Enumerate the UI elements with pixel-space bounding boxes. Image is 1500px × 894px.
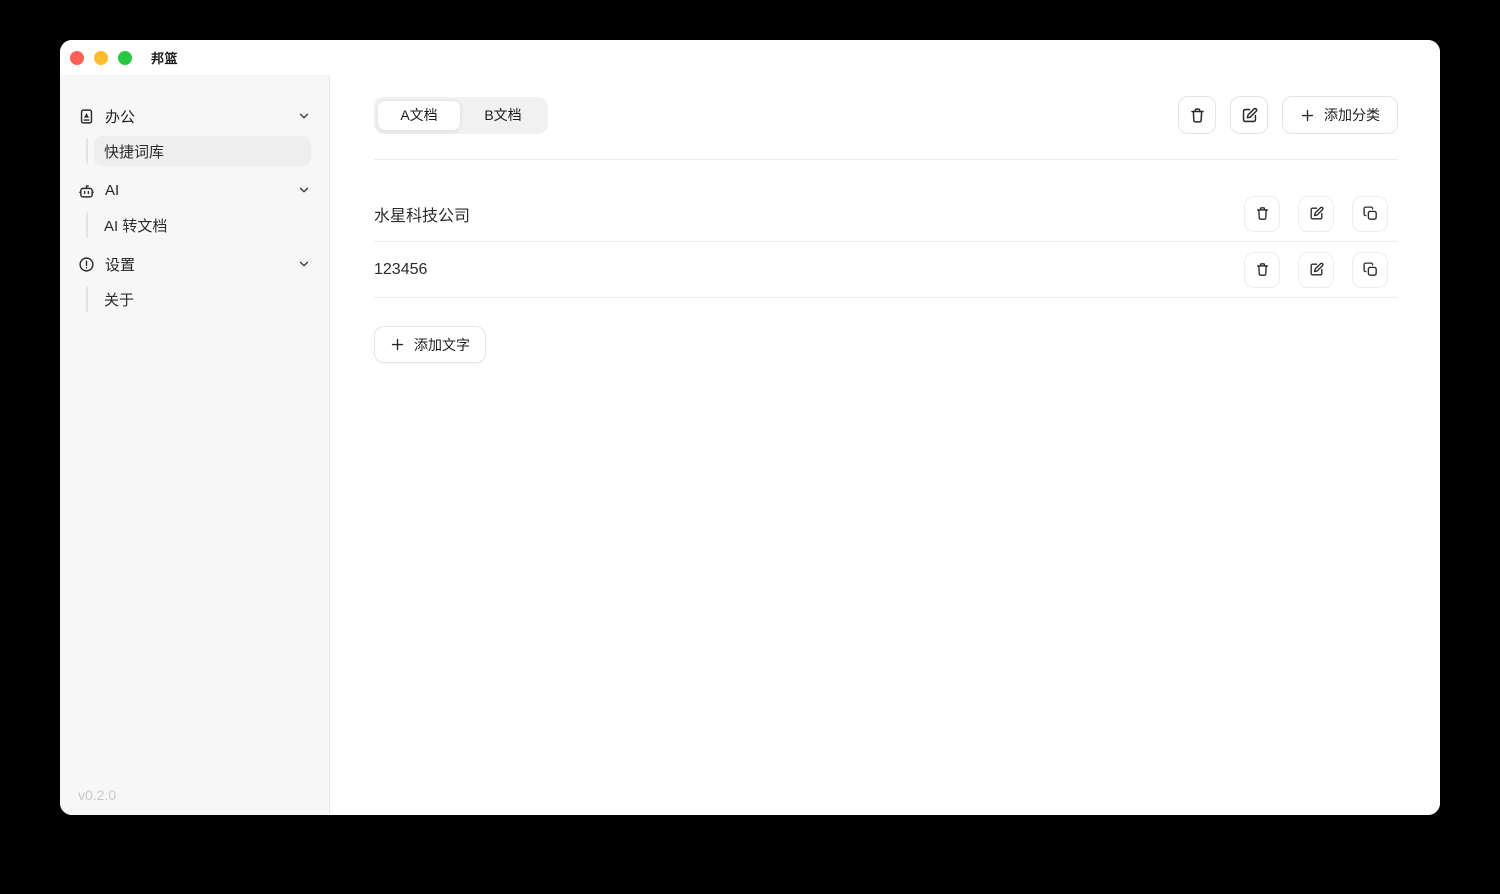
app-version: v0.2.0 <box>78 787 116 803</box>
copy-entry-button[interactable] <box>1352 196 1388 232</box>
entry-list: 水星科技公司 <box>374 186 1398 298</box>
close-window-button[interactable] <box>70 51 84 65</box>
plus-icon <box>390 337 405 352</box>
add-category-label: 添加分类 <box>1324 105 1380 125</box>
app-window: 邦篮 办公 快捷词库 <box>60 40 1440 815</box>
alert-circle-icon <box>78 256 95 273</box>
add-category-button[interactable]: 添加分类 <box>1282 96 1398 134</box>
sidebar-item-label: 办公 <box>105 106 135 127</box>
sidebar-group-office-children: 快捷词库 <box>78 136 311 166</box>
header-divider <box>374 159 1398 160</box>
edit-icon <box>1308 205 1325 222</box>
sidebar-item-ai-to-doc[interactable]: AI 转文档 <box>94 210 311 240</box>
plus-icon <box>1300 108 1315 123</box>
copy-entry-button[interactable] <box>1352 252 1388 288</box>
sidebar-item-label: 快捷词库 <box>104 141 164 162</box>
chevron-down-icon <box>297 109 311 123</box>
sidebar-item-label: AI 转文档 <box>104 215 167 236</box>
trash-icon <box>1254 261 1271 278</box>
delete-entry-button[interactable] <box>1244 196 1280 232</box>
tree-guide-line <box>86 212 88 238</box>
chevron-down-icon <box>297 257 311 271</box>
sidebar-item-settings[interactable]: 设置 <box>78 249 311 279</box>
main-content: A文档 B文档 <box>331 75 1440 815</box>
titlebar: 邦篮 <box>60 40 1440 75</box>
list-item: 123456 <box>374 242 1398 298</box>
tab-b-doc[interactable]: B文档 <box>461 100 545 131</box>
edit-entry-button[interactable] <box>1298 196 1334 232</box>
sidebar: 办公 快捷词库 <box>60 75 330 815</box>
document-tabs: A文档 B文档 <box>374 97 548 134</box>
sidebar-group-settings-children: 关于 <box>78 284 311 314</box>
trash-icon <box>1254 205 1271 222</box>
add-text-button[interactable]: 添加文字 <box>374 326 486 363</box>
entry-text: 水星科技公司 <box>374 202 470 226</box>
tree-guide-line <box>86 286 88 312</box>
tree-guide-line <box>86 138 88 164</box>
trash-icon <box>1188 106 1207 125</box>
sidebar-item-about[interactable]: 关于 <box>94 284 311 314</box>
window-title: 邦篮 <box>151 48 178 67</box>
content-header: A文档 B文档 <box>374 96 1398 134</box>
robot-icon <box>78 182 95 199</box>
row-actions <box>1244 196 1398 232</box>
office-icon <box>78 108 95 125</box>
sidebar-item-label: 关于 <box>104 289 134 310</box>
tab-a-doc[interactable]: A文档 <box>377 100 461 131</box>
tab-label: B文档 <box>484 105 521 125</box>
copy-icon <box>1362 205 1379 222</box>
sidebar-item-label: 设置 <box>105 254 135 275</box>
delete-entry-button[interactable] <box>1244 252 1280 288</box>
sidebar-group-ai-children: AI 转文档 <box>78 210 311 240</box>
delete-category-button[interactable] <box>1178 96 1216 134</box>
sidebar-item-quick-lexicon[interactable]: 快捷词库 <box>94 136 311 166</box>
minimize-window-button[interactable] <box>94 51 108 65</box>
add-text-label: 添加文字 <box>414 335 470 355</box>
chevron-down-icon <box>297 183 311 197</box>
edit-entry-button[interactable] <box>1298 252 1334 288</box>
sidebar-nav: 办公 快捷词库 <box>60 75 329 314</box>
tab-label: A文档 <box>400 105 437 125</box>
edit-icon <box>1308 261 1325 278</box>
entry-text: 123456 <box>374 261 427 279</box>
sidebar-item-label: AI <box>105 182 119 199</box>
edit-category-button[interactable] <box>1230 96 1268 134</box>
sidebar-item-office[interactable]: 办公 <box>78 101 311 131</box>
copy-icon <box>1362 261 1379 278</box>
traffic-lights <box>70 51 132 65</box>
list-item: 水星科技公司 <box>374 186 1398 242</box>
header-actions: 添加分类 <box>1178 96 1398 134</box>
row-actions <box>1244 252 1398 288</box>
sidebar-item-ai[interactable]: AI <box>78 175 311 205</box>
edit-icon <box>1240 106 1259 125</box>
zoom-window-button[interactable] <box>118 51 132 65</box>
